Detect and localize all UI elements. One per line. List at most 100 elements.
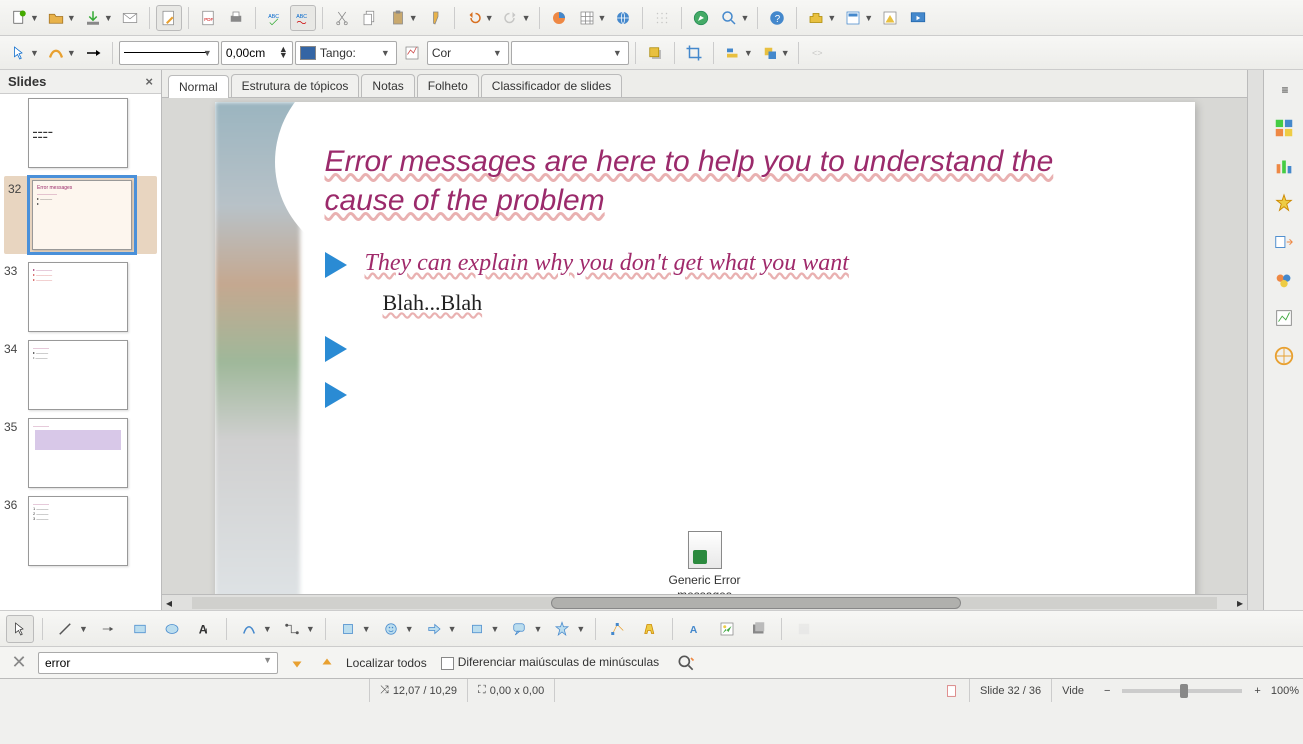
print-icon[interactable] <box>223 5 249 31</box>
slide-thumbnail[interactable]: ▸ ————▸ ————▸ ———— <box>28 262 128 332</box>
insert-av-icon[interactable] <box>745 615 773 643</box>
text-tool-icon[interactable]: AI <box>190 615 218 643</box>
callout-shapes-icon[interactable] <box>505 615 533 643</box>
dropdown-arrow-icon[interactable]: ▼ <box>306 624 315 634</box>
dropdown-arrow-icon[interactable]: ▼ <box>864 13 873 23</box>
slide-thumb-row[interactable]: 34 ————▸ ———• ——— <box>4 340 157 410</box>
zoom-in-icon[interactable]: + <box>1254 685 1260 697</box>
dropdown-arrow-icon[interactable]: ▼ <box>576 624 585 634</box>
tab-handout[interactable]: Folheto <box>417 74 479 97</box>
fill-type-select[interactable]: Cor▼ <box>427 41 509 65</box>
line-style-icon[interactable] <box>43 40 69 66</box>
fill-color-select[interactable]: ▼ <box>511 41 629 65</box>
auto-spellcheck-icon[interactable]: ABC <box>290 5 316 31</box>
curve-tool-icon[interactable] <box>235 615 263 643</box>
dropdown-arrow-icon[interactable]: ▼ <box>485 13 494 23</box>
status-signature[interactable] <box>935 679 970 702</box>
dropdown-arrow-icon[interactable]: ▼ <box>30 48 39 58</box>
glue-points-icon[interactable] <box>636 615 664 643</box>
zoom-out-icon[interactable]: − <box>1104 685 1110 697</box>
slide-thumb-row[interactable]: 35 ———— <box>4 418 157 488</box>
select-tool-icon[interactable] <box>6 615 34 643</box>
slide-thumbnail[interactable]: ————▸ ———• ——— <box>28 340 128 410</box>
zoom-slider[interactable] <box>1122 689 1242 693</box>
sidebar-menu-icon[interactable]: ≡ <box>1271 76 1299 104</box>
status-slide-number[interactable]: Slide 32 / 36 <box>970 679 1052 702</box>
copy-icon[interactable] <box>357 5 383 31</box>
slide-thumb-row[interactable]: 33 ▸ ————▸ ————▸ ———— <box>4 262 157 332</box>
dropdown-arrow-icon[interactable]: ▼ <box>362 624 371 634</box>
crop-icon[interactable] <box>681 40 707 66</box>
redo-icon[interactable] <box>498 5 524 31</box>
dropdown-arrow-icon[interactable]: ▼ <box>104 13 113 23</box>
paste-icon[interactable] <box>385 5 411 31</box>
styles-icon[interactable] <box>1270 266 1298 294</box>
table-icon[interactable] <box>574 5 600 31</box>
slide-design-icon[interactable] <box>877 5 903 31</box>
fontwork-icon[interactable]: A <box>681 615 709 643</box>
slide-thumb-row[interactable]: 32 Error messages—————▸ ———▸ <box>4 176 157 254</box>
find-all-button[interactable]: Localizar todos <box>346 656 427 670</box>
slide-thumbnail[interactable]: ———— <box>28 418 128 488</box>
points-edit-icon[interactable] <box>604 615 632 643</box>
hyperlink-icon[interactable] <box>610 5 636 31</box>
line-color-select[interactable]: Tango:▼ <box>295 41 397 65</box>
dropdown-arrow-icon[interactable]: ▼ <box>491 624 500 634</box>
arrow-tool-icon[interactable] <box>6 40 32 66</box>
dropdown-arrow-icon[interactable]: ▼ <box>533 624 542 634</box>
horizontal-scrollbar[interactable]: ◂▸ <box>162 594 1247 610</box>
format-paintbrush-icon[interactable] <box>422 5 448 31</box>
slide-thumb-row[interactable]: ▬ ▬ ▬ ▬▬ ▬ ▬ <box>4 98 157 168</box>
shadow-icon[interactable] <box>642 40 668 66</box>
tab-normal[interactable]: Normal <box>168 75 229 98</box>
bullet-item[interactable]: They can explain why you don't get what … <box>325 250 1135 278</box>
slide-layout-icon[interactable] <box>840 5 866 31</box>
filter-icon[interactable] <box>790 615 818 643</box>
find-options-icon[interactable] <box>675 652 697 674</box>
custom-animation-icon[interactable] <box>1270 190 1298 218</box>
canvas-scroll[interactable]: Error messages are here to help you to u… <box>162 98 1247 594</box>
slide-title[interactable]: Error messages are here to help you to u… <box>325 142 1135 220</box>
dropdown-arrow-icon[interactable]: ▼ <box>67 13 76 23</box>
new-document-icon[interactable] <box>6 5 32 31</box>
dropdown-arrow-icon[interactable]: ▼ <box>744 48 753 58</box>
bullet-subtext[interactable]: Blah...Blah <box>383 290 1135 316</box>
star-shapes-icon[interactable] <box>548 615 576 643</box>
block-arrows-icon[interactable] <box>420 615 448 643</box>
navigator-icon[interactable] <box>688 5 714 31</box>
symbol-shapes-icon[interactable] <box>377 615 405 643</box>
grid-icon[interactable] <box>649 5 675 31</box>
embedded-object[interactable]: Generic Error messages <box>668 531 740 594</box>
line-width-field[interactable]: ▲▼ <box>221 41 293 65</box>
dropdown-arrow-icon[interactable]: ▼ <box>409 13 418 23</box>
tab-sorter[interactable]: Classificador de slides <box>481 74 622 97</box>
slide-thumb-row[interactable]: 36 ————1 ———2 ———3 ——— <box>4 496 157 566</box>
close-find-icon[interactable]: ✕ <box>8 652 30 674</box>
zoom-icon[interactable] <box>716 5 742 31</box>
vertical-scrollbar[interactable] <box>1247 70 1263 610</box>
dropdown-arrow-icon[interactable]: ▼ <box>263 624 272 634</box>
connector-tool-icon[interactable] <box>278 615 306 643</box>
slide-thumbnail[interactable]: ————1 ———2 ———3 ——— <box>28 496 128 566</box>
undo-icon[interactable] <box>461 5 487 31</box>
arrow-ends-icon[interactable] <box>80 40 106 66</box>
email-icon[interactable] <box>117 5 143 31</box>
ellipse-tool-icon[interactable] <box>158 615 186 643</box>
dropdown-arrow-icon[interactable]: ▼ <box>740 13 749 23</box>
tab-notes[interactable]: Notas <box>361 74 414 97</box>
properties-icon[interactable] <box>1270 114 1298 142</box>
close-icon[interactable]: × <box>145 74 153 89</box>
flowchart-shapes-icon[interactable] <box>463 615 491 643</box>
bullet-item[interactable] <box>325 334 1135 362</box>
slide-canvas[interactable]: Error messages are here to help you to u… <box>215 102 1195 594</box>
line-style-select[interactable]: ▼ <box>119 41 219 65</box>
gallery-icon[interactable] <box>1270 304 1298 332</box>
find-input[interactable] <box>38 652 278 674</box>
dropdown-arrow-icon[interactable]: ▼ <box>448 624 457 634</box>
line-tool-icon[interactable] <box>51 615 79 643</box>
master-slides-icon[interactable] <box>1270 152 1298 180</box>
dropdown-arrow-icon[interactable]: ▼ <box>405 624 414 634</box>
export-pdf-icon[interactable]: PDF <box>195 5 221 31</box>
cut-icon[interactable] <box>329 5 355 31</box>
spellcheck-abc-icon[interactable]: ABC <box>262 5 288 31</box>
